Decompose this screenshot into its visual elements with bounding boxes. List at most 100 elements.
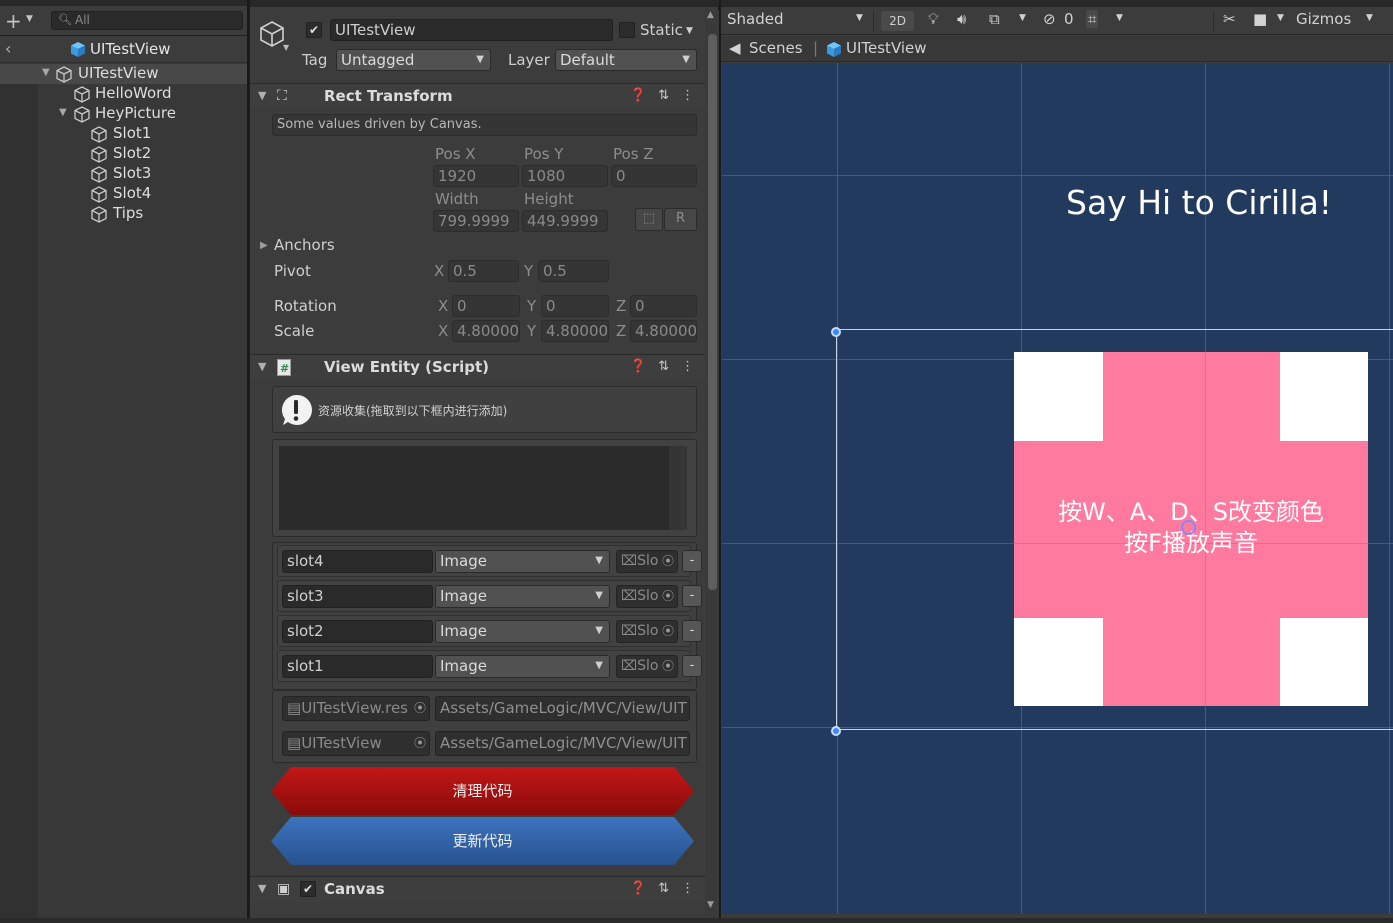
camera-icon[interactable]: ■ <box>1253 10 1267 28</box>
blueprint-mode-button[interactable]: ⬚ <box>635 208 663 231</box>
rotation-y-field[interactable]: 0 <box>541 295 609 317</box>
object-picker-icon[interactable]: ⦿ <box>414 697 426 720</box>
inspector-scrollbar[interactable]: ▲ ▼ <box>705 10 719 918</box>
layer-dropdown[interactable]: Default ▼ <box>555 49 697 71</box>
rect-corner-handle[interactable] <box>831 327 841 337</box>
hierarchy-item-tips[interactable]: Tips <box>0 204 247 224</box>
help-icon[interactable]: ❓ <box>630 359 658 374</box>
kebab-menu-icon[interactable]: ⋮ <box>681 881 706 896</box>
gizmos-dropdown[interactable]: Gizmos <box>1296 10 1351 28</box>
kebab-menu-icon[interactable]: ⋮ <box>681 88 706 103</box>
slot-object-field[interactable]: ⌧Slo ⦿ <box>616 585 678 608</box>
chevron-down-icon[interactable]: ▼ <box>26 14 33 24</box>
anchors-label[interactable]: Anchors <box>274 236 335 254</box>
slot-object-field[interactable]: ⌧Slo ⦿ <box>616 620 678 643</box>
asset-drop-area[interactable] <box>272 439 697 537</box>
object-picker-icon[interactable]: ⦿ <box>662 586 674 606</box>
chevron-down-icon[interactable]: ▼ <box>1116 13 1123 23</box>
object-name-field[interactable]: UITestView <box>330 19 613 41</box>
pivot-x-field[interactable]: 0.5 <box>448 260 519 282</box>
grid-toggle-icon[interactable]: ⌗ <box>1086 10 1099 28</box>
drop-list-scrollbar[interactable] <box>669 446 687 530</box>
breadcrumb-scenes[interactable]: Scenes <box>749 39 803 57</box>
hidden-objects-icon[interactable]: ⊘ <box>1043 10 1056 28</box>
add-object-icon[interactable]: + <box>5 9 22 33</box>
view-entity-header[interactable]: ▼ # View Entity (Script) ❓⇅⋮ <box>250 354 705 380</box>
tag-dropdown[interactable]: Untagged ▼ <box>336 49 491 71</box>
scroll-up-icon[interactable]: ▲ <box>707 10 714 20</box>
audio-toggle-icon[interactable]: 🔊︎ <box>957 10 966 28</box>
rect-transform-header[interactable]: ▼ ⛶ Rect Transform ❓⇅⋮ <box>250 83 705 109</box>
static-dropdown-icon[interactable]: ▼ <box>686 26 693 36</box>
scene-viewport[interactable]: Say Hi to Cirilla! 按W、A、D、S改变颜色 按F播放声音 <box>722 63 1393 914</box>
hierarchy-item-slot3[interactable]: Slot3 <box>0 164 247 184</box>
preset-icon[interactable]: ⇅ <box>658 881 681 896</box>
foldout-open-icon[interactable]: ▼ <box>258 360 266 373</box>
effects-icon[interactable]: ⧉ <box>989 10 1000 28</box>
script-asset-field[interactable]: ▤UITestView ⦿ <box>282 731 430 756</box>
scale-y-field[interactable]: 4.80000 <box>541 320 609 342</box>
preset-icon[interactable]: ⇅ <box>658 88 681 103</box>
chevron-down-icon[interactable]: ▼ <box>1019 13 1026 23</box>
chevron-down-icon[interactable]: ▼ <box>856 13 863 23</box>
rect-corner-handle[interactable] <box>831 726 841 736</box>
slot-object-field[interactable]: ⌧Slo ⦿ <box>616 550 678 573</box>
remove-slot-button[interactable]: - <box>682 585 702 607</box>
hey-picture[interactable]: 按W、A、D、S改变颜色 按F播放声音 <box>1014 352 1368 706</box>
hierarchy-item-slot2[interactable]: Slot2 <box>0 144 247 164</box>
2d-mode-toggle[interactable]: 2D <box>881 11 914 31</box>
help-icon[interactable]: ❓ <box>630 88 658 103</box>
remove-slot-button[interactable]: - <box>682 550 702 572</box>
foldout-closed-icon[interactable]: ▶ <box>260 240 268 251</box>
slot-object-field[interactable]: ⌧Slo ⦿ <box>616 655 678 678</box>
foldout-open-icon[interactable]: ▼ <box>59 107 67 118</box>
pos-z-field[interactable]: 0 <box>611 165 697 187</box>
hierarchy-item-slot4[interactable]: Slot4 <box>0 184 247 204</box>
shading-mode-dropdown[interactable]: Shaded <box>727 10 784 28</box>
remove-slot-button[interactable]: - <box>682 620 702 642</box>
script-asset-field[interactable]: ▤UITestView.res ⦿ <box>282 696 430 721</box>
active-toggle[interactable]: ✔ <box>306 22 322 38</box>
remove-slot-button[interactable]: - <box>682 655 702 677</box>
icon-picker-caret-icon[interactable]: ▼ <box>283 43 289 52</box>
scale-z-field[interactable]: 4.80000 <box>630 320 697 342</box>
slot-name-field[interactable]: slot4 <box>282 550 433 573</box>
slot-name-field[interactable]: slot2 <box>282 620 433 643</box>
rotation-z-field[interactable]: 0 <box>630 295 697 317</box>
scroll-down-icon[interactable]: ▼ <box>707 900 714 910</box>
height-field[interactable]: 449.9999 <box>522 210 608 232</box>
clear-code-button[interactable]: 清理代码 <box>271 767 694 815</box>
pos-y-field[interactable]: 1080 <box>522 165 608 187</box>
kebab-menu-icon[interactable]: ⋮ <box>681 359 706 374</box>
hierarchy-item-slot1[interactable]: Slot1 <box>0 124 247 144</box>
script-path-field[interactable]: Assets/GameLogic/MVC/View/UIT <box>435 696 690 721</box>
object-picker-icon[interactable]: ⦿ <box>662 656 674 676</box>
object-picker-icon[interactable]: ⦿ <box>662 551 674 571</box>
slot-name-field[interactable]: slot1 <box>282 655 433 678</box>
foldout-open-icon[interactable]: ▼ <box>42 67 50 78</box>
rotation-x-field[interactable]: 0 <box>452 295 520 317</box>
preset-icon[interactable]: ⇅ <box>658 359 681 374</box>
help-icon[interactable]: ❓ <box>630 881 658 896</box>
back-icon[interactable]: ‹ <box>5 39 11 58</box>
drop-list[interactable] <box>279 446 669 530</box>
object-picker-icon[interactable]: ⦿ <box>662 621 674 641</box>
width-field[interactable]: 799.9999 <box>433 210 519 232</box>
raw-edit-button[interactable]: R <box>664 208 697 231</box>
lighting-toggle-icon[interactable]: 💡︎ <box>928 10 939 28</box>
hierarchy-item-uitestview[interactable]: ▼ UITestView <box>0 64 247 84</box>
hierarchy-search-input[interactable]: 🔍︎ All <box>51 11 243 30</box>
canvas-header[interactable]: ▼ ▣ ✔ Canvas ❓⇅⋮ <box>250 876 705 902</box>
foldout-open-icon[interactable]: ▼ <box>258 882 266 895</box>
slot-name-field[interactable]: slot3 <box>282 585 433 608</box>
foldout-open-icon[interactable]: ▼ <box>258 89 266 102</box>
update-code-button[interactable]: 更新代码 <box>271 817 694 865</box>
pivot-y-field[interactable]: 0.5 <box>538 260 609 282</box>
slot-type-dropdown[interactable]: Image ▼ <box>435 655 610 678</box>
slot-type-dropdown[interactable]: Image ▼ <box>435 550 610 573</box>
chevron-down-icon[interactable]: ▼ <box>1277 13 1284 23</box>
slot-type-dropdown[interactable]: Image ▼ <box>435 620 610 643</box>
chevron-down-icon[interactable]: ▼ <box>1366 13 1373 23</box>
slot-type-dropdown[interactable]: Image ▼ <box>435 585 610 608</box>
hello-word-text[interactable]: Say Hi to Cirilla! <box>1066 183 1332 222</box>
